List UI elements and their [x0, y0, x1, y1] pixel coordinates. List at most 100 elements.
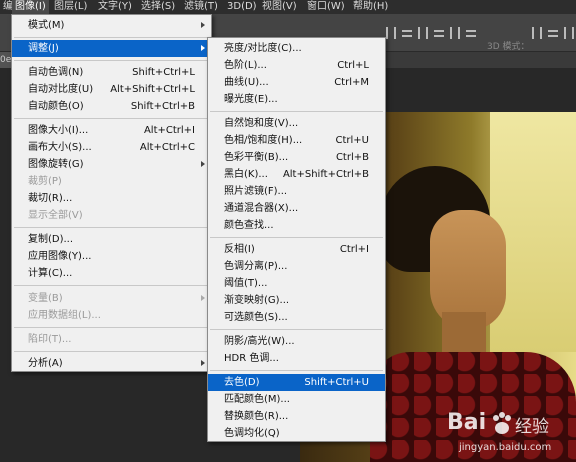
adjust-item-color-lookup[interactable]: 颜色查找... — [208, 217, 385, 234]
submenu-arrow-icon — [201, 45, 205, 51]
menu-window[interactable]: 窗口(W) — [304, 0, 348, 14]
adjust-item-gradient-map[interactable]: 渐变映射(G)... — [208, 292, 385, 309]
item-shortcut: Alt+Shift+Ctrl+B — [282, 169, 369, 180]
item-label: HDR 色调... — [224, 353, 279, 364]
item-label: 复制(D)... — [28, 234, 74, 245]
image-menu-item-apply-image[interactable]: 应用图像(Y)... — [12, 248, 211, 265]
item-label: 去色(D) — [224, 377, 260, 388]
adjust-item-replace-color[interactable]: 替换颜色(R)... — [208, 408, 385, 425]
distribute-horizontal-icon[interactable] — [450, 27, 460, 39]
menu-separator — [14, 60, 209, 61]
adjust-item-equalize[interactable]: 色调均化(Q) — [208, 425, 385, 442]
distribute-vertical-icon[interactable] — [466, 27, 476, 39]
item-label: 应用数据组(L)... — [28, 310, 101, 321]
item-label: 模式(M) — [28, 20, 65, 31]
item-label: 照片滤镜(F)... — [224, 186, 288, 197]
menu-view[interactable]: 视图(V) — [259, 0, 300, 14]
menu-layer[interactable]: 图层(L) — [51, 0, 90, 14]
distribute-icon[interactable] — [434, 27, 444, 39]
item-label: 阈值(T)... — [224, 278, 268, 289]
item-label: 分析(A) — [28, 358, 63, 369]
adjust-item-posterize[interactable]: 色调分离(P)... — [208, 258, 385, 275]
item-label: 自动对比度(U) — [28, 84, 94, 95]
image-menu-item-image-rotation[interactable]: 图像旋转(G) — [12, 156, 211, 173]
3d-mode-label: 3D 模式： — [487, 42, 530, 52]
item-label: 裁剪(P) — [28, 176, 62, 187]
menu-bar: 编辑(E) 图像(I) 图层(L) 文字(Y) 选择(S) 滤镜(T) 3D(D… — [0, 0, 576, 14]
image-menu-item-auto-contrast[interactable]: 自动对比度(U) Alt+Shift+Ctrl+L — [12, 81, 211, 98]
image-menu: 模式(M) 调整(J) 自动色调(N) Shift+Ctrl+L 自动对比度(U)… — [11, 14, 212, 372]
3d-roll-icon[interactable] — [548, 27, 558, 39]
submenu-arrow-icon — [201, 22, 205, 28]
image-menu-item-duplicate[interactable]: 复制(D)... — [12, 231, 211, 248]
menu-3d[interactable]: 3D(D) — [224, 0, 260, 14]
align-top-icon[interactable] — [386, 27, 396, 39]
image-menu-item-trim[interactable]: 裁切(R)... — [12, 190, 211, 207]
item-label: 画布大小(S)... — [28, 142, 92, 153]
item-shortcut: Ctrl+U — [335, 135, 370, 146]
watermark-brand-suffix: 经验 — [515, 417, 549, 437]
menu-type[interactable]: 文字(Y) — [95, 0, 135, 14]
adjust-item-levels[interactable]: 色阶(L)... Ctrl+L — [208, 57, 385, 74]
adjust-item-color-balance[interactable]: 色彩平衡(B)... Ctrl+B — [208, 149, 385, 166]
adjust-item-black-white[interactable]: 黑白(K)... Alt+Shift+Ctrl+B — [208, 166, 385, 183]
image-menu-item-analysis[interactable]: 分析(A) — [12, 355, 211, 372]
image-menu-item-mode[interactable]: 模式(M) — [12, 17, 211, 34]
3d-rotate-icon[interactable] — [532, 27, 542, 39]
item-shortcut: Shift+Ctrl+B — [130, 101, 195, 112]
adjust-item-desaturate[interactable]: 去色(D) Shift+Ctrl+U — [208, 374, 385, 391]
adjust-item-channel-mixer[interactable]: 通道混合器(X)... — [208, 200, 385, 217]
adjust-item-vibrance[interactable]: 自然饱和度(V)... — [208, 115, 385, 132]
adjust-item-selective-color[interactable]: 可选颜色(S)... — [208, 309, 385, 326]
adjust-item-photo-filter[interactable]: 照片滤镜(F)... — [208, 183, 385, 200]
watermark-brand: Bai — [447, 410, 487, 435]
item-shortcut: Ctrl+I — [339, 244, 369, 255]
submenu-arrow-icon — [201, 161, 205, 167]
item-label: 色调均化(Q) — [224, 428, 280, 439]
align-middle-icon[interactable] — [402, 27, 412, 39]
item-label: 色阶(L)... — [224, 60, 267, 71]
item-label: 替换颜色(R)... — [224, 411, 289, 422]
menu-filter[interactable]: 滤镜(T) — [181, 0, 221, 14]
adjust-item-threshold[interactable]: 阈值(T)... — [208, 275, 385, 292]
menu-select[interactable]: 选择(S) — [138, 0, 178, 14]
image-menu-item-reveal-all[interactable]: 显示全部(V) — [12, 207, 211, 224]
adjust-item-match-color[interactable]: 匹配颜色(M)... — [208, 391, 385, 408]
image-menu-item-canvas-size[interactable]: 画布大小(S)... Alt+Ctrl+C — [12, 139, 211, 156]
adjust-item-hue-saturation[interactable]: 色相/饱和度(H)... Ctrl+U — [208, 132, 385, 149]
adjust-item-exposure[interactable]: 曝光度(E)... — [208, 91, 385, 108]
item-label: 黑白(K)... — [224, 169, 268, 180]
item-shortcut: Ctrl+M — [334, 77, 369, 88]
adjust-item-shadows-highlights[interactable]: 阴影/高光(W)... — [208, 333, 385, 350]
image-menu-item-calculations[interactable]: 计算(C)... — [12, 265, 211, 282]
image-menu-item-image-size[interactable]: 图像大小(I)... Alt+Ctrl+I — [12, 122, 211, 139]
3d-pan-icon[interactable] — [564, 27, 574, 39]
adjustments-submenu: 亮度/对比度(C)... 色阶(L)... Ctrl+L 曲线(U)... Ctrl… — [207, 37, 386, 442]
item-label: 通道混合器(X)... — [224, 203, 299, 214]
adjust-item-curves[interactable]: 曲线(U)... Ctrl+M — [208, 74, 385, 91]
menu-help[interactable]: 帮助(H) — [350, 0, 391, 14]
adjust-item-brightness-contrast[interactable]: 亮度/对比度(C)... — [208, 40, 385, 57]
item-label: 色调分离(P)... — [224, 261, 288, 272]
image-menu-item-trap[interactable]: 陷印(T)... — [12, 331, 211, 348]
item-label: 图像旋转(G) — [28, 159, 84, 170]
item-label: 自然饱和度(V)... — [224, 118, 299, 129]
item-label: 阴影/高光(W)... — [224, 336, 295, 347]
item-label: 颜色查找... — [224, 220, 274, 231]
adjust-item-hdr-toning[interactable]: HDR 色调... — [208, 350, 385, 367]
menu-image[interactable]: 图像(I) — [12, 0, 49, 14]
menu-separator — [14, 327, 209, 328]
item-label: 可选颜色(S)... — [224, 312, 288, 323]
image-menu-item-variables[interactable]: 变量(B) — [12, 290, 211, 307]
item-shortcut: Alt+Ctrl+I — [143, 125, 195, 136]
submenu-arrow-icon — [201, 360, 205, 366]
image-menu-item-crop[interactable]: 裁剪(P) — [12, 173, 211, 190]
item-shortcut: Ctrl+B — [335, 152, 369, 163]
align-bottom-icon[interactable] — [418, 27, 428, 39]
image-menu-item-adjustments[interactable]: 调整(J) — [12, 40, 211, 57]
image-menu-item-apply-data-set[interactable]: 应用数据组(L)... — [12, 307, 211, 324]
item-label: 调整(J) — [28, 43, 59, 54]
image-menu-item-auto-color[interactable]: 自动颜色(O) Shift+Ctrl+B — [12, 98, 211, 115]
image-menu-item-auto-tone[interactable]: 自动色调(N) Shift+Ctrl+L — [12, 64, 211, 81]
adjust-item-invert[interactable]: 反相(I) Ctrl+I — [208, 241, 385, 258]
